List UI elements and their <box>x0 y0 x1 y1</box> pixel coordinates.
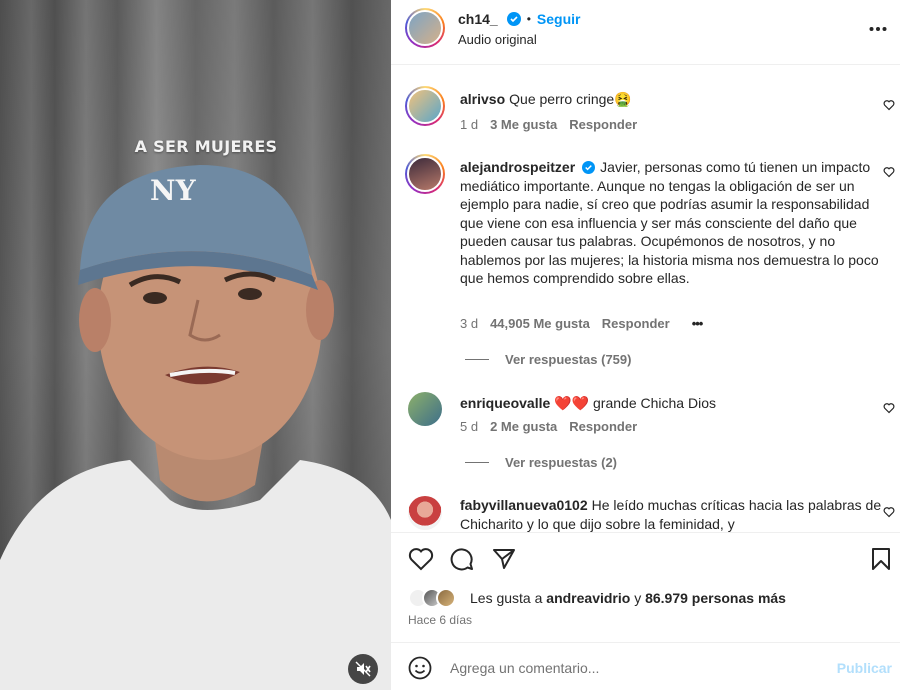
view-replies-label: Ver respuestas (2) <box>505 455 618 470</box>
add-comment-bar: Agrega un comentario... Publicar <box>391 642 900 690</box>
comment-more-button[interactable]: ••• <box>692 316 704 331</box>
comment-item: fabyvillanueva0102 He leído muchas crític… <box>405 494 895 532</box>
comment-likes[interactable]: 44,905 Me gusta <box>490 316 590 331</box>
author-avatar[interactable] <box>405 8 445 48</box>
follow-button[interactable]: Seguir <box>537 11 581 27</box>
comment-input[interactable]: Agrega un comentario... <box>450 660 599 676</box>
author-username[interactable]: ch14_ <box>458 11 498 27</box>
post-actions: Les gusta a andreavidrio y 86.979 person… <box>391 532 900 642</box>
comment-like-heart-icon[interactable] <box>883 166 895 178</box>
commenter-username[interactable]: alrivso <box>460 91 505 107</box>
replies-line <box>465 462 489 463</box>
comment-text: Que perro cringe🤮 <box>509 91 632 107</box>
commenter-username[interactable]: enriqueovalle <box>460 395 550 411</box>
header-separator: • <box>526 12 531 26</box>
reply-button[interactable]: Responder <box>602 316 670 331</box>
commenter-avatar[interactable] <box>405 154 445 194</box>
person-video-frame: NY <box>0 165 391 690</box>
send-icon[interactable] <box>492 547 516 571</box>
comment-likes[interactable]: 2 Me gusta <box>490 419 557 434</box>
verified-badge-icon <box>506 12 521 26</box>
emoji-icon[interactable] <box>408 656 432 680</box>
verified-badge-icon <box>582 161 596 174</box>
post-timestamp[interactable]: Hace 6 días <box>408 613 472 627</box>
svg-text:NY: NY <box>150 174 197 207</box>
view-replies-button[interactable]: Ver respuestas (759) <box>465 352 631 367</box>
comment-text: ❤️❤️ grande Chicha Dios <box>554 395 716 411</box>
view-replies-button[interactable]: Ver respuestas (2) <box>465 455 617 470</box>
heart-icon[interactable] <box>408 547 434 571</box>
liker-avatar[interactable] <box>436 588 456 608</box>
comment-time[interactable]: 1 d <box>460 117 478 132</box>
commenter-avatar[interactable] <box>408 392 442 426</box>
comment-time[interactable]: 5 d <box>460 419 478 434</box>
comment-item: alejandrospeitzer Javier, personas como … <box>405 154 895 374</box>
bookmark-icon[interactable] <box>871 547 891 571</box>
commenter-avatar[interactable] <box>405 86 445 126</box>
video-caption: A SER MUJERES <box>134 137 278 156</box>
reply-button[interactable]: Responder <box>569 419 637 434</box>
likes-others[interactable]: 86.979 personas más <box>645 590 786 606</box>
mute-button[interactable] <box>348 654 378 684</box>
speaker-muted-icon <box>355 661 371 677</box>
comment-item: alrivso Que perro cringe🤮 1 d 3 Me gusta … <box>405 86 895 136</box>
audio-label[interactable]: Audio original <box>458 32 537 47</box>
comment-like-heart-icon[interactable] <box>883 402 895 414</box>
view-replies-label: Ver respuestas (759) <box>505 352 632 367</box>
likes-and: y <box>634 590 642 606</box>
video-player[interactable]: NY A SER MUJERES <box>0 0 391 690</box>
comments-list: alrivso Que perro cringe🤮 1 d 3 Me gusta … <box>391 66 900 532</box>
comment-like-heart-icon[interactable] <box>883 99 895 111</box>
comment-likes[interactable]: 3 Me gusta <box>490 117 557 132</box>
comment-time[interactable]: 3 d <box>460 316 478 331</box>
replies-line <box>465 359 489 360</box>
comment-icon[interactable] <box>450 547 474 571</box>
commenter-username[interactable]: alejandrospeitzer <box>460 159 575 175</box>
comment-item: enriqueovalle ❤️❤️ grande Chicha Dios 5 d… <box>405 390 895 470</box>
likes-user[interactable]: andreavidrio <box>546 590 630 606</box>
likes-prefix: Les gusta a <box>470 590 543 606</box>
commenter-username[interactable]: fabyvillanueva0102 <box>460 497 588 513</box>
more-horizontal-icon[interactable] <box>869 26 887 32</box>
comment-like-heart-icon[interactable] <box>883 506 895 518</box>
publish-button[interactable]: Publicar <box>837 660 892 676</box>
commenter-avatar[interactable] <box>408 496 442 530</box>
likes-summary: Les gusta a andreavidrio y 86.979 person… <box>408 588 786 608</box>
post-header: ch14_ • Seguir Audio original <box>391 0 900 65</box>
reply-button[interactable]: Responder <box>569 117 637 132</box>
comment-text: Javier, personas como tú tienen un impac… <box>460 159 879 286</box>
post-panel: ch14_ • Seguir Audio original alrivso Que… <box>391 0 900 690</box>
